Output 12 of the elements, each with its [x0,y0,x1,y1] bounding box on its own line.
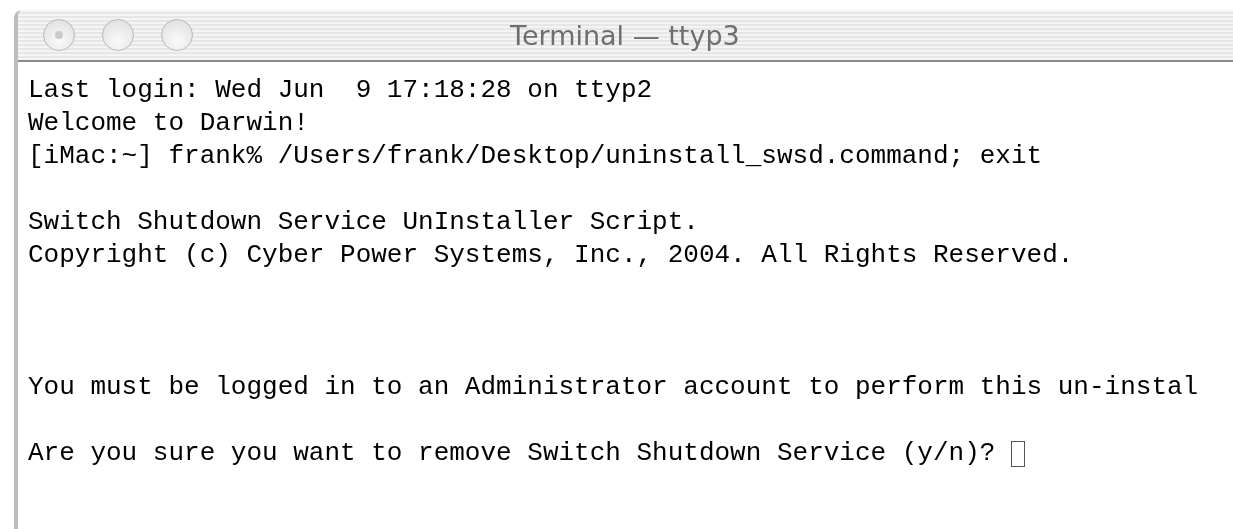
terminal-line: Last login: Wed Jun 9 17:18:28 on ttyp2 [28,74,653,107]
window-title: Terminal — ttyp3 [510,19,740,51]
terminal-line: Copyright (c) Cyber Power Systems, Inc., 2004. All Rights Reserved. [28,239,1074,272]
close-button[interactable] [43,19,75,51]
text-cursor [1010,440,1025,467]
terminal-line: Welcome to Darwin! [28,107,309,140]
terminal-prompt: Are you sure you want to remove Switch Shutdown Service (y/n)? [28,437,997,470]
minimize-button[interactable] [102,19,134,51]
zoom-button[interactable] [161,19,193,51]
terminal-line: [iMac:~] frank% /Users/frank/Desktop/uninstall_swsd.command; exit [28,140,1043,173]
terminal-line: You must be logged in to an Administrator account to perform this un-instal [28,371,1199,404]
terminal-line: Switch Shutdown Service UnInstaller Script. [28,206,699,239]
